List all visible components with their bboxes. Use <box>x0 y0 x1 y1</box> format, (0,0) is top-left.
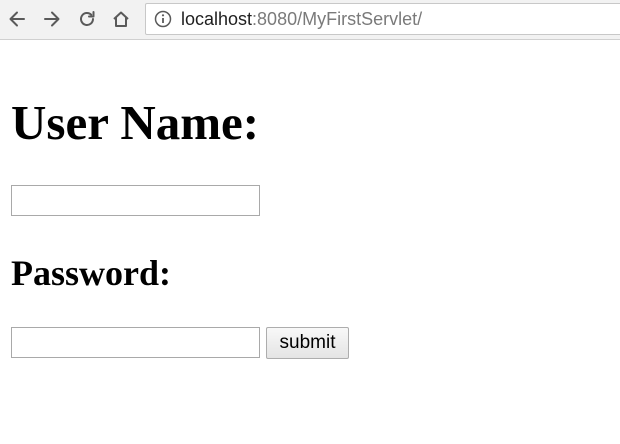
page-content: User Name: Password: submit <box>0 41 620 444</box>
password-label: Password: <box>11 253 171 293</box>
back-button[interactable] <box>5 7 29 31</box>
password-input[interactable] <box>11 327 260 358</box>
home-button[interactable] <box>109 7 133 31</box>
reload-icon <box>80 11 95 26</box>
username-label: User Name: <box>11 95 260 150</box>
info-circle-icon[interactable] <box>154 10 172 28</box>
browser-toolbar: localhost:8080/MyFirstServlet/ <box>0 0 620 40</box>
username-input[interactable] <box>11 185 260 216</box>
url-host: localhost <box>181 9 253 29</box>
home-icon <box>113 11 129 27</box>
arrow-right-icon <box>44 11 60 27</box>
address-bar[interactable]: localhost:8080/MyFirstServlet/ <box>145 3 620 35</box>
reload-button[interactable] <box>75 7 99 31</box>
arrow-left-icon <box>9 11 25 27</box>
submit-button[interactable]: submit <box>266 327 349 359</box>
url-text[interactable]: localhost:8080/MyFirstServlet/ <box>181 8 422 30</box>
forward-button[interactable] <box>40 7 64 31</box>
url-path: :8080/MyFirstServlet/ <box>252 9 423 29</box>
